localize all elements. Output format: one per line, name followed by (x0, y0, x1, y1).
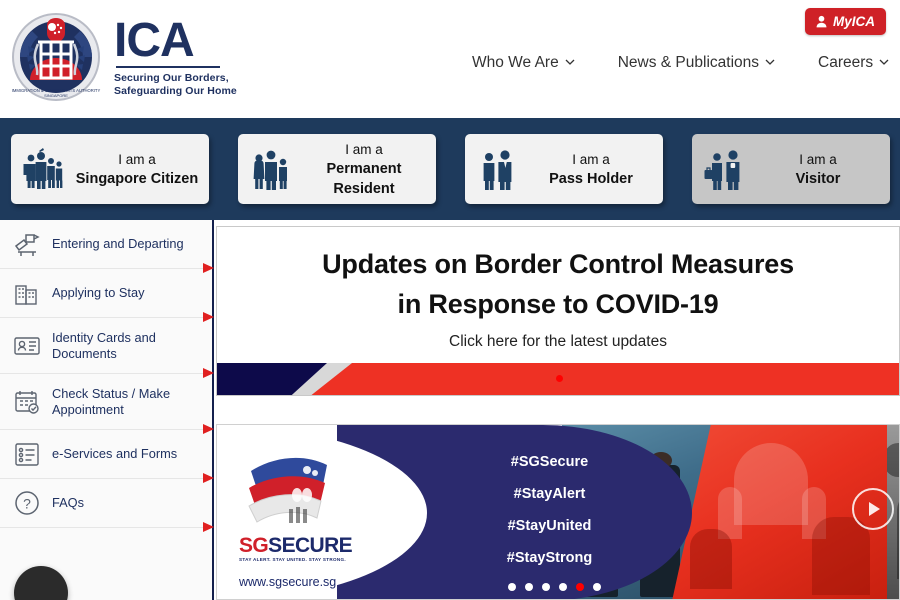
sidebar-arrow-marker (203, 522, 214, 532)
persona-visitor[interactable]: I am a Visitor (692, 134, 890, 204)
sidebar-item-label: FAQs (52, 495, 84, 511)
nav-item-who-we-are[interactable]: Who We Are (450, 54, 596, 72)
sgsecure-hashtags: #SGSecure #StayAlert #StayUnited #StaySt… (442, 447, 657, 575)
persona-label: I am a Permanent Resident (302, 140, 426, 198)
covid-headline-line2: in Response to COVID-19 (397, 288, 719, 319)
persona-label: I am a Pass Holder (529, 150, 653, 189)
family-group-icon (21, 146, 67, 192)
persona-line2: Permanent Resident (326, 161, 402, 197)
carousel-dot-2[interactable] (525, 583, 533, 591)
sgsecure-word-secure: SECURE (268, 534, 353, 557)
calendar-check-icon (12, 387, 42, 417)
covid-carousel-indicator[interactable] (556, 375, 563, 382)
carousel-dot-6[interactable] (593, 583, 601, 591)
sgsecure-banner[interactable]: SGSECURE STAY ALERT. STAY UNITED. STAY S… (216, 424, 900, 600)
ica-homepage: IMMIGRATION & CHECKPOINTS AUTHORITY SING… (0, 0, 900, 600)
carousel-dot-1[interactable] (508, 583, 516, 591)
carousel-dot-5-active[interactable] (576, 583, 584, 591)
sidebar-item-entering-and-departing[interactable]: Entering and Departing (0, 220, 214, 273)
carousel-dot-4[interactable] (559, 583, 567, 591)
persona-line1: I am a (345, 142, 383, 158)
persona-line1: I am a (799, 151, 837, 167)
nav-label: News & Publications (617, 54, 760, 71)
sidebar-item-faqs[interactable]: ? FAQs (0, 479, 214, 532)
nav-label: Careers (818, 54, 874, 71)
persona-line2: Singapore Citizen (75, 170, 199, 187)
hashtag-stayalert: #StayAlert (513, 485, 586, 502)
sgsecure-word-sg: SG (239, 534, 269, 557)
sgsecure-url[interactable]: www.sgsecure.sg (239, 575, 336, 589)
hashtag-stayunited: #StayUnited (507, 517, 592, 534)
sgsecure-emblem-icon (239, 443, 359, 538)
sidebar-item-label: e-Services and Forms (52, 446, 178, 462)
myica-label: MyICA (832, 14, 875, 29)
persona-line1: I am a (118, 151, 156, 167)
sgsecure-strapline: STAY ALERT. STAY UNITED. STAY STRONG. (239, 557, 346, 562)
chevron-down-icon (565, 57, 575, 66)
nav-item-news-publications[interactable]: News & Publications (596, 54, 796, 72)
nav-label: Who We Are (472, 54, 559, 71)
persona-line1: I am a (572, 151, 610, 167)
sidebar-item-applying-to-stay[interactable]: Applying to Stay (0, 269, 214, 322)
service-sidebar: Entering and Departing Applying to Stay (0, 220, 214, 600)
sidebar-item-e-services-and-forms[interactable]: e-Services and Forms (0, 430, 214, 483)
sidebar-item-identity-cards-and-documents[interactable]: Identity Cards and Documents (0, 318, 214, 378)
nav-item-careers[interactable]: Careers (796, 54, 900, 72)
logo-acronym: ICA (114, 13, 195, 67)
hashtag-staystrong: #StayStrong (506, 549, 593, 566)
sidebar-item-label: Entering and Departing (52, 236, 184, 252)
passport-stamp-icon (12, 229, 42, 259)
hashtag-sgsecure: #SGSecure (510, 454, 589, 470)
persona-selector-bar: I am a Singapore Citizen I am a Permanen… (0, 118, 900, 220)
persona-line2: Pass Holder (549, 170, 633, 187)
logo-wordmark: ICA Securing Our Borders, Safeguarding O… (114, 14, 237, 99)
question-mark-icon: ? (12, 488, 42, 518)
ica-crest-icon: IMMIGRATION & CHECKPOINTS AUTHORITY SING… (8, 8, 104, 104)
chevron-down-icon (765, 57, 775, 66)
main-navigation: Who We Are News & Publications Careers (450, 50, 900, 76)
site-header: IMMIGRATION & CHECKPOINTS AUTHORITY SING… (0, 0, 900, 118)
svg-text:?: ? (23, 496, 31, 512)
id-card-icon (12, 331, 42, 361)
sidebar-item-label: Check Status / Make Appointment (52, 385, 171, 417)
user-icon (816, 15, 827, 28)
persona-permanent-resident[interactable]: I am a Permanent Resident (238, 134, 436, 204)
persona-label: I am a Singapore Citizen (75, 150, 199, 189)
play-circle-icon[interactable] (852, 488, 894, 530)
two-professionals-icon (475, 146, 521, 192)
buildings-icon (12, 278, 42, 308)
persona-line2: Visitor (795, 170, 841, 187)
persona-label: I am a Visitor (756, 150, 880, 189)
checklist-icon (12, 439, 42, 469)
site-logo[interactable]: IMMIGRATION & CHECKPOINTS AUTHORITY SING… (8, 8, 237, 104)
persona-pass-holder[interactable]: I am a Pass Holder (465, 134, 663, 204)
logo-tagline-line1: Securing Our Borders, (114, 72, 229, 85)
two-travellers-icon (702, 146, 748, 192)
covid-headline-line1: Updates on Border Control Measures (322, 249, 794, 279)
covid-update-banner[interactable]: Updates on Border Control Measures in Re… (216, 226, 900, 396)
carousel-dot-3[interactable] (542, 583, 550, 591)
family-three-icon (248, 146, 294, 192)
logo-tagline-line2: Safeguarding Our Home (114, 85, 237, 98)
sgsecure-wordmark: SGSECURE STAY ALERT. STAY UNITED. STAY S… (239, 534, 353, 563)
covid-subtitle: Click here for the latest updates (449, 332, 667, 350)
sgsecure-carousel-dots (508, 583, 601, 591)
play-triangle-icon (869, 502, 880, 516)
sidebar-item-check-status-make-appointment[interactable]: Check Status / Make Appointment (0, 374, 214, 434)
covid-banner-text: Updates on Border Control Measures in Re… (217, 227, 899, 351)
svg-text:SINGAPORE: SINGAPORE (44, 93, 68, 98)
sidebar-item-label: Identity Cards and Documents (52, 329, 156, 361)
chevron-down-icon (879, 57, 889, 66)
myica-button[interactable]: MyICA (804, 8, 886, 35)
persona-singapore-citizen[interactable]: I am a Singapore Citizen (11, 134, 209, 204)
sidebar-item-label: Applying to Stay (52, 285, 145, 301)
